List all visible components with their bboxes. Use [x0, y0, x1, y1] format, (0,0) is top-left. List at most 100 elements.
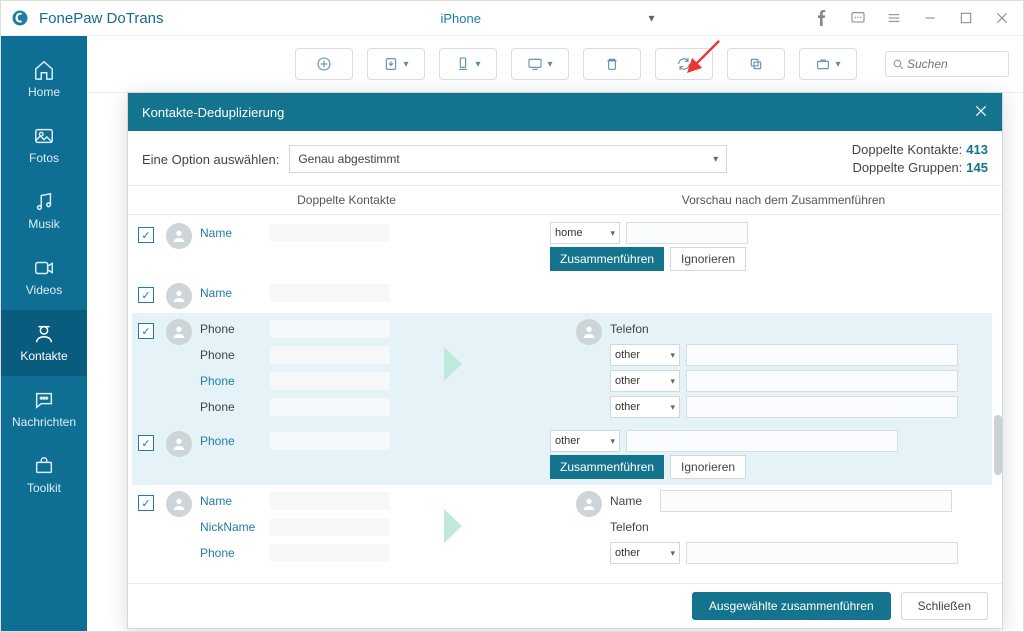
value-input[interactable] — [626, 430, 898, 452]
device-selector[interactable]: iPhone ▾ — [434, 5, 656, 31]
type-select[interactable]: other▾ — [610, 396, 680, 418]
value-input[interactable] — [660, 490, 952, 512]
device-name: iPhone — [441, 11, 481, 26]
field-value — [270, 518, 390, 536]
select-checkbox[interactable]: ✓ — [138, 435, 154, 451]
scrollbar-thumb[interactable] — [994, 415, 1002, 475]
value-input[interactable] — [626, 222, 748, 244]
field-label: Telefon — [610, 520, 649, 534]
select-checkbox[interactable]: ✓ — [138, 323, 154, 339]
select-checkbox[interactable]: ✓ — [138, 495, 154, 511]
value-input[interactable] — [686, 396, 958, 418]
sidebar-item-label: Fotos — [29, 151, 59, 165]
delete-button[interactable] — [583, 48, 641, 80]
field-value — [270, 492, 390, 510]
app-window: FonePaw DoTrans iPhone ▾ Home Fotos — [0, 0, 1024, 632]
ignore-button[interactable]: Ignorieren — [670, 247, 746, 271]
sidebar-item-label: Musik — [28, 217, 59, 231]
ignore-button[interactable]: Ignorieren — [670, 455, 746, 479]
close-modal-button[interactable]: Schließen — [901, 592, 988, 620]
dedup-button[interactable] — [727, 48, 785, 80]
field-value — [270, 432, 390, 450]
dup-contacts-value: 413 — [966, 142, 988, 157]
close-button[interactable] — [991, 7, 1013, 29]
message-icon — [31, 389, 57, 411]
field-label: NickName — [200, 520, 270, 534]
export-device-button[interactable]: ▾ — [439, 48, 497, 80]
sidebar-item-musik[interactable]: Musik — [1, 178, 87, 244]
import-button[interactable]: ▾ — [367, 48, 425, 80]
merge-button[interactable]: Zusammenführen — [550, 247, 664, 271]
avatar-icon — [576, 319, 602, 345]
field-value — [270, 284, 390, 302]
add-button[interactable] — [295, 48, 353, 80]
modal-stats: Doppelte Kontakte:413 Doppelte Gruppen:1… — [852, 141, 988, 177]
sidebar-item-fotos[interactable]: Fotos — [1, 112, 87, 178]
field-value — [270, 372, 390, 390]
sidebar-item-toolkit[interactable]: Toolkit — [1, 442, 87, 508]
field-label: Phone — [200, 374, 270, 388]
select-checkbox[interactable]: ✓ — [138, 227, 154, 243]
list-item: ✓ Phone other▾ Zusammenführen Ignorieren — [132, 425, 992, 485]
search-box[interactable] — [885, 51, 1009, 77]
list-item: ✓ Name — [132, 277, 992, 313]
titlebar: FonePaw DoTrans iPhone ▾ — [1, 1, 1023, 36]
value-input[interactable] — [686, 542, 958, 564]
option-select[interactable]: Genau abgestimmt ▾ — [289, 145, 727, 173]
refresh-button[interactable] — [655, 48, 713, 80]
modal-close-button[interactable] — [974, 104, 988, 121]
type-select[interactable]: other▾ — [610, 370, 680, 392]
sidebar-item-nachrichten[interactable]: Nachrichten — [1, 376, 87, 442]
list-item: ✓ Phone Phone Phone Phone Telefon othe — [132, 313, 992, 425]
field-label: Telefon — [610, 322, 649, 336]
select-checkbox[interactable]: ✓ — [138, 287, 154, 303]
dup-groups-value: 145 — [966, 160, 988, 175]
field-value — [270, 544, 390, 562]
modal-footer: Ausgewählte zusammenführen Schließen — [128, 583, 1002, 628]
dedup-modal: Kontakte-Deduplizierung Eine Option ausw… — [127, 92, 1003, 629]
merge-button[interactable]: Zusammenführen — [550, 455, 664, 479]
facebook-icon[interactable] — [811, 7, 833, 29]
field-label: Name — [610, 494, 660, 508]
search-input[interactable] — [905, 56, 989, 72]
chevron-down-icon: ▾ — [713, 154, 718, 165]
photo-icon — [31, 125, 57, 147]
avatar-icon — [166, 283, 192, 309]
backup-button[interactable]: ▾ — [799, 48, 857, 80]
avatar-icon — [166, 491, 192, 517]
toolbar: ▾ ▾ ▾ ▾ — [87, 36, 1023, 93]
sidebar-item-label: Kontakte — [20, 349, 67, 363]
sidebar-item-label: Toolkit — [27, 481, 61, 495]
menu-icon[interactable] — [883, 7, 905, 29]
value-input[interactable] — [686, 344, 958, 366]
list-item: ✓ Name home▾ Zusammenführen — [132, 217, 992, 277]
home-icon — [31, 59, 57, 81]
value-input[interactable] — [686, 370, 958, 392]
export-pc-button[interactable]: ▾ — [511, 48, 569, 80]
minimize-button[interactable] — [919, 7, 941, 29]
type-select[interactable]: other▾ — [550, 430, 620, 452]
music-icon — [31, 191, 57, 213]
field-value — [270, 224, 390, 242]
modal-columns: Doppelte Kontakte Vorschau nach dem Zusa… — [128, 185, 1002, 215]
toolkit-icon — [31, 455, 57, 477]
feedback-icon[interactable] — [847, 7, 869, 29]
sidebar-item-kontakte[interactable]: Kontakte — [1, 310, 87, 376]
sidebar-item-home[interactable]: Home — [1, 46, 87, 112]
field-label: Name — [200, 494, 270, 508]
col-right-header: Vorschau nach dem Zusammenführen — [565, 193, 1002, 207]
type-select[interactable]: home▾ — [550, 222, 620, 244]
field-value — [270, 346, 390, 364]
type-select[interactable]: other▾ — [610, 542, 680, 564]
type-select[interactable]: other▾ — [610, 344, 680, 366]
list-item: ✓ Name NickName Phone Name Telefon oth — [132, 485, 992, 571]
sidebar-item-videos[interactable]: Videos — [1, 244, 87, 310]
avatar-icon — [166, 319, 192, 345]
field-value — [270, 398, 390, 416]
option-value: Genau abgestimmt — [298, 152, 399, 166]
merge-arrow-icon — [442, 503, 468, 549]
maximize-button[interactable] — [955, 7, 977, 29]
field-value — [270, 320, 390, 338]
merge-selected-button[interactable]: Ausgewählte zusammenführen — [692, 592, 891, 620]
sidebar-item-label: Nachrichten — [12, 415, 76, 429]
